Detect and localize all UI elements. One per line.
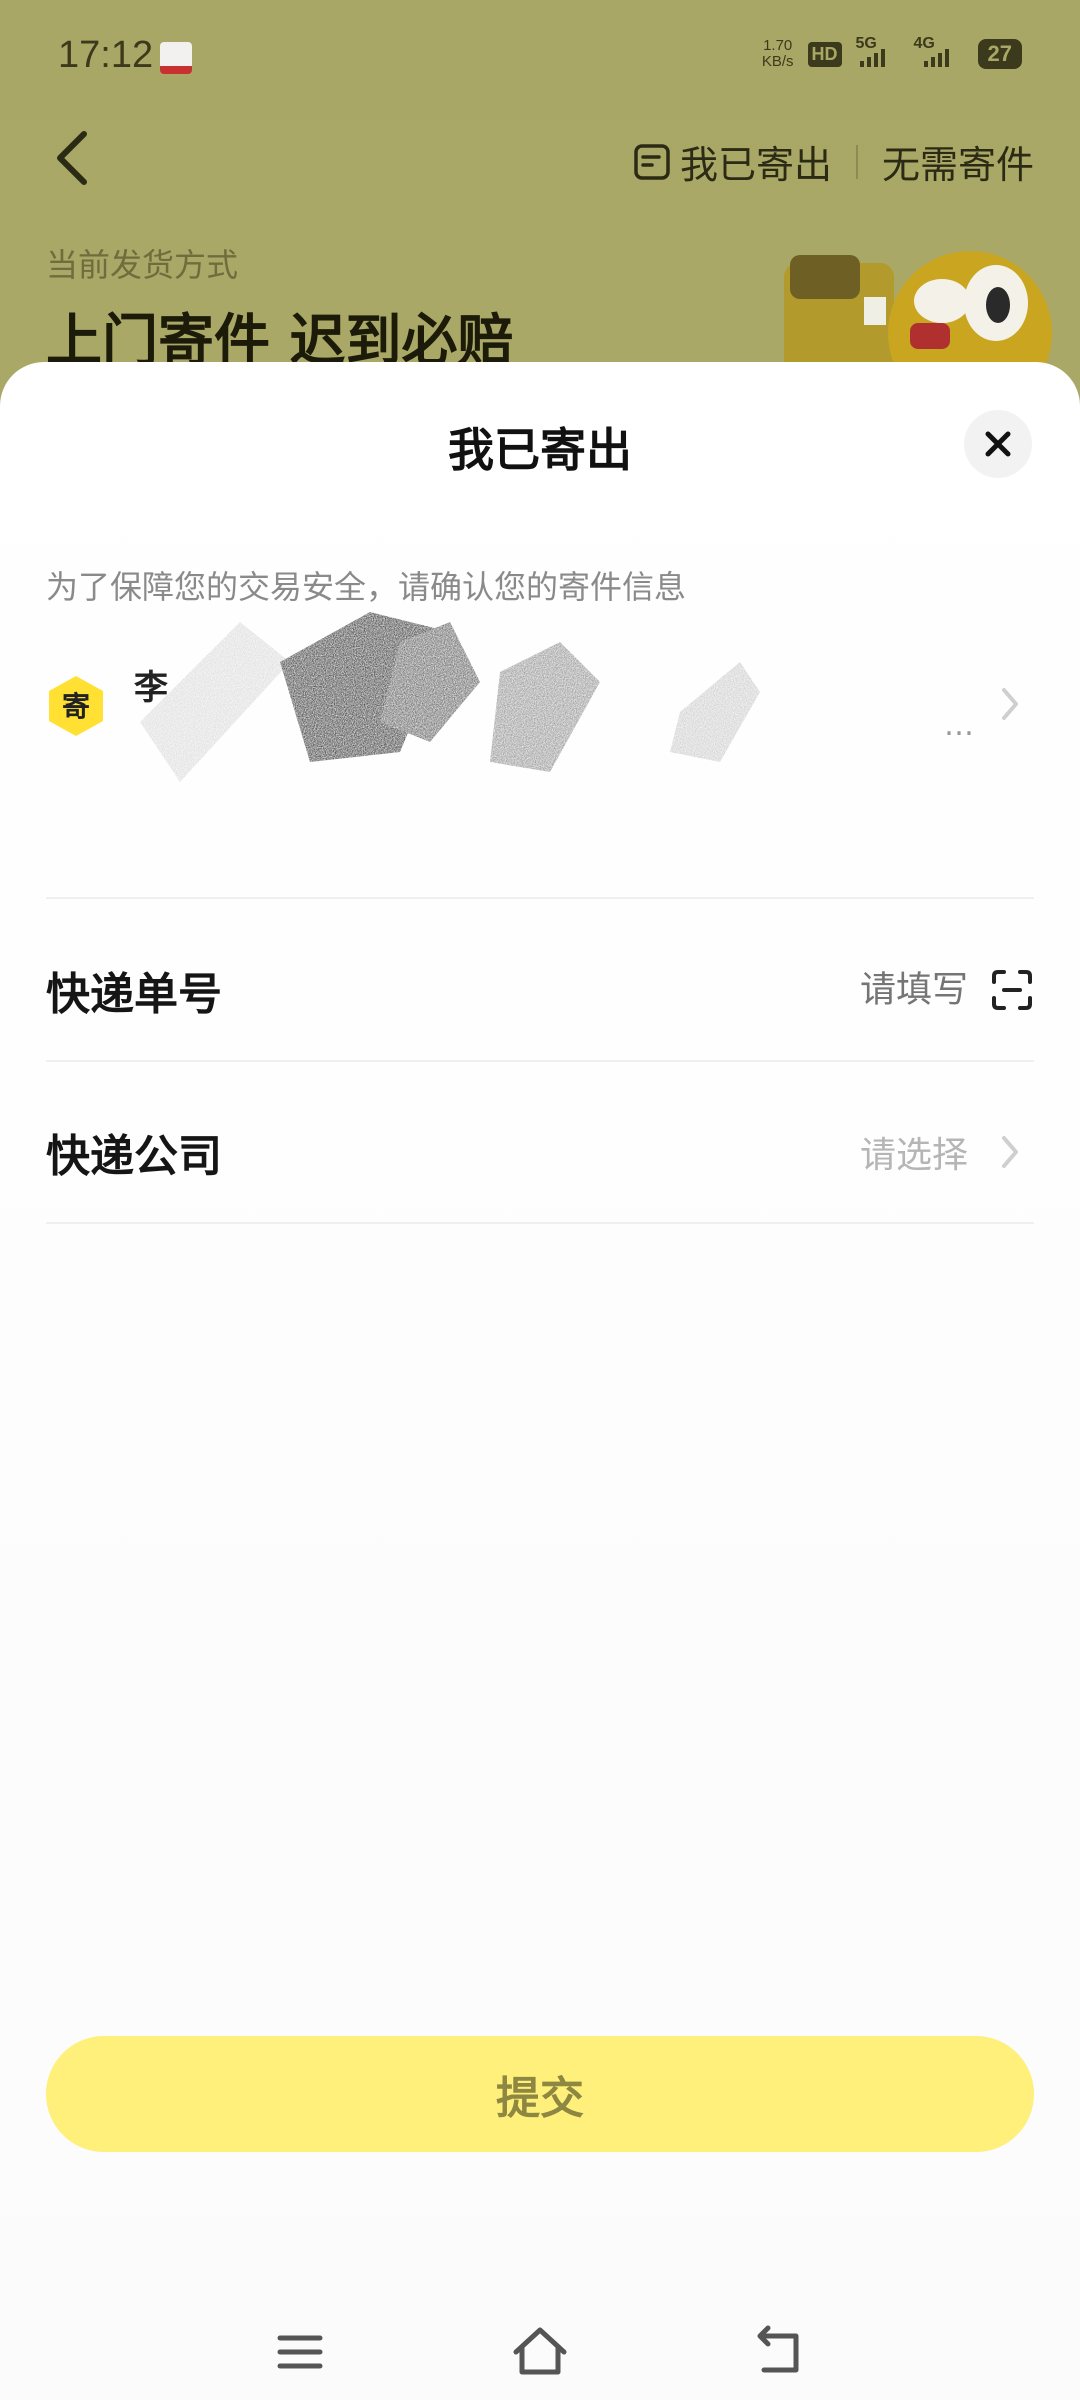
- divider: [46, 897, 1034, 899]
- chevron-right-icon: [1002, 1136, 1018, 1168]
- notebook-icon: [634, 143, 670, 180]
- delivery-method-label: 当前发货方式: [46, 246, 239, 284]
- status-bar: 17:12 1.70 KB/s HD 5G 4G 27: [0, 0, 1080, 115]
- courier-company-label: 快递公司: [46, 1131, 222, 1182]
- tracking-number-input[interactable]: [708, 969, 968, 1011]
- tracking-number-label: 快递单号: [46, 969, 222, 1020]
- divider: [46, 1060, 1034, 1062]
- svg-text:寄: 寄: [62, 690, 90, 723]
- sender-address-ellipsis: …: [944, 708, 974, 743]
- chevron-right-icon: [1002, 688, 1018, 720]
- close-button[interactable]: [964, 410, 1032, 478]
- signal-4g-icon: 4G: [914, 35, 964, 67]
- tracking-number-row: 快递单号: [46, 910, 1034, 1070]
- scan-icon[interactable]: [990, 968, 1034, 1012]
- divider: [46, 1222, 1034, 1224]
- status-indicators: 1.70 KB/s HD 5G 4G 27: [761, 35, 1022, 70]
- hd-voice-icon: HD: [807, 41, 842, 67]
- battery-icon: 27: [977, 39, 1022, 69]
- notification-app-icon: [160, 42, 192, 74]
- sent-confirmation-sheet: 我已寄出 为了保障您的交易安全，请确认您的寄件信息 寄 李 … 快递单号 请填写…: [0, 362, 1080, 2400]
- background-page: 17:12 1.70 KB/s HD 5G 4G 27 我已寄出 无需寄件 当前…: [0, 0, 1080, 420]
- mascot-illustration: [784, 251, 1052, 375]
- submit-button[interactable]: 提交: [46, 2036, 1034, 2152]
- courier-company-select[interactable]: 请选择: [708, 1126, 968, 1178]
- status-time: 17:12: [58, 34, 154, 76]
- close-icon: [985, 431, 1011, 457]
- courier-company-row[interactable]: 快递公司 请选择: [46, 1072, 1034, 1232]
- send-badge-icon: 寄: [49, 676, 103, 736]
- header-actions: 我已寄出 无需寄件: [632, 134, 1034, 189]
- sent-button[interactable]: 我已寄出: [632, 134, 832, 189]
- sheet-title: 我已寄出: [448, 423, 632, 477]
- back-chevron-icon[interactable]: [48, 128, 98, 188]
- system-navigation-bar: [0, 2302, 1080, 2400]
- signal-5g-icon: 5G: [856, 35, 900, 67]
- return-icon[interactable]: [750, 2322, 810, 2382]
- no-ship-button[interactable]: 无需寄件: [882, 134, 1034, 189]
- nav-divider: [855, 144, 858, 179]
- sent-button-label: 我已寄出: [679, 143, 832, 187]
- redaction-scribble: [140, 612, 760, 782]
- network-speed: 1.70 KB/s: [761, 37, 794, 70]
- menu-icon[interactable]: [270, 2322, 330, 2382]
- home-icon[interactable]: [510, 2322, 570, 2382]
